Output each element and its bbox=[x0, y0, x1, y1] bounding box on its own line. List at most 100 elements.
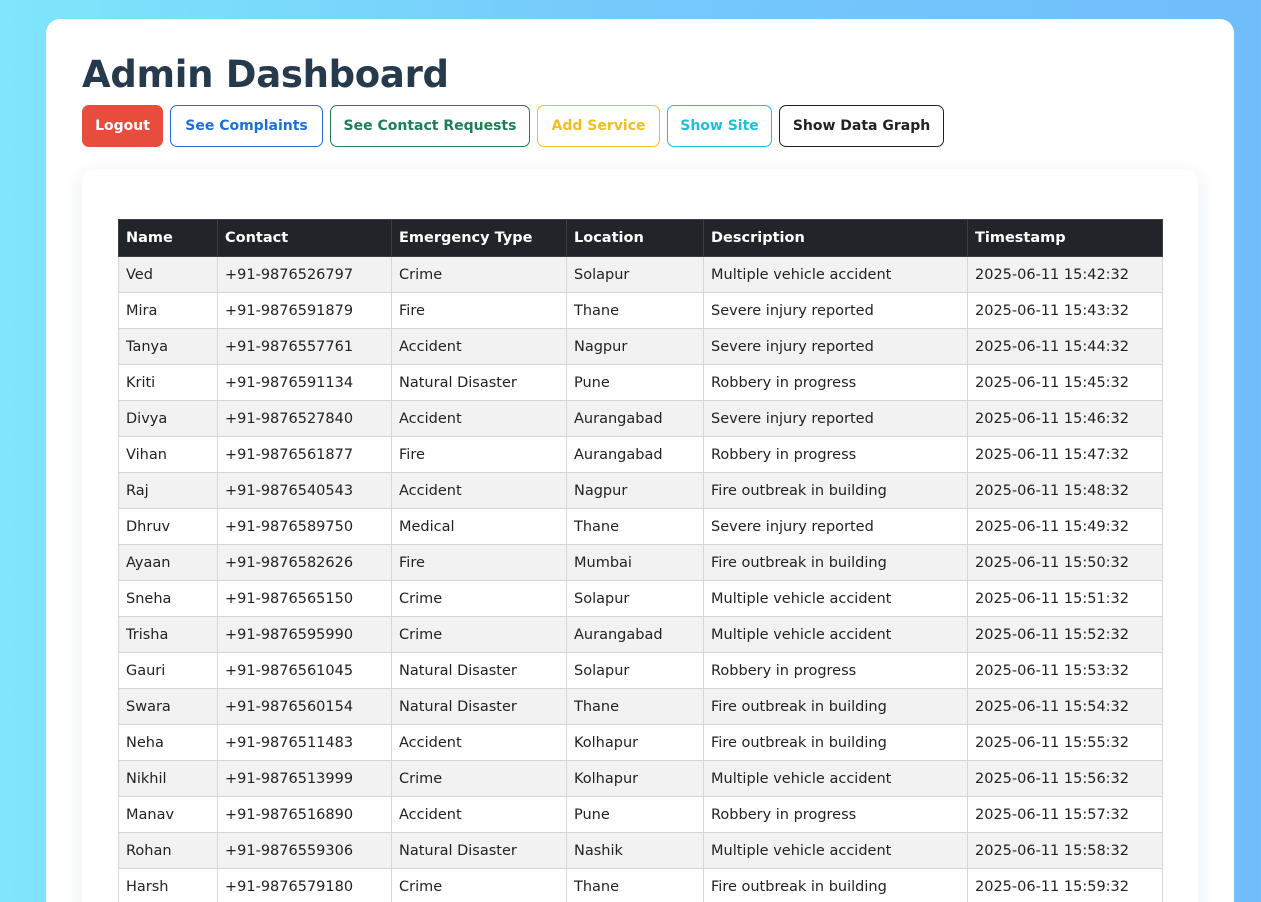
cell-description: Multiple vehicle accident bbox=[703, 616, 968, 653]
cell-emergency-type: Crime bbox=[391, 868, 567, 902]
cell-contact: +91-9876559306 bbox=[217, 832, 392, 869]
column-header-name: Name bbox=[118, 219, 218, 257]
cell-description: Multiple vehicle accident bbox=[703, 760, 968, 797]
cell-emergency-type: Natural Disaster bbox=[391, 652, 567, 689]
cell-emergency-type: Crime bbox=[391, 760, 567, 797]
cell-contact: +91-9876591879 bbox=[217, 292, 392, 329]
cell-description: Severe injury reported bbox=[703, 292, 968, 329]
cell-location: Aurangabad bbox=[566, 616, 704, 653]
cell-emergency-type: Fire bbox=[391, 292, 567, 329]
cell-emergency-type: Natural Disaster bbox=[391, 832, 567, 869]
cell-contact: +91-9876511483 bbox=[217, 724, 392, 761]
cell-emergency-type: Accident bbox=[391, 724, 567, 761]
cell-contact: +91-9876561877 bbox=[217, 436, 392, 473]
cell-description: Severe injury reported bbox=[703, 328, 968, 365]
cell-timestamp: 2025-06-11 15:54:32 bbox=[967, 688, 1163, 725]
cell-timestamp: 2025-06-11 15:51:32 bbox=[967, 580, 1163, 617]
cell-description: Severe injury reported bbox=[703, 400, 968, 437]
cell-name: Kriti bbox=[118, 364, 218, 401]
table-row: Raj +91-9876540543 Accident Nagpur Fire outb… bbox=[118, 472, 1163, 509]
cell-timestamp: 2025-06-11 15:52:32 bbox=[967, 616, 1163, 653]
cell-timestamp: 2025-06-11 15:45:32 bbox=[967, 364, 1163, 401]
show-data-graph-button[interactable]: Show Data Graph bbox=[779, 105, 944, 147]
column-header-description: Description bbox=[703, 219, 968, 257]
cell-location: Thane bbox=[566, 868, 704, 902]
cell-description: Fire outbreak in building bbox=[703, 472, 968, 509]
see-contact-requests-button[interactable]: See Contact Requests bbox=[330, 105, 530, 147]
cell-name: Rohan bbox=[118, 832, 218, 869]
table-row: Mira +91-9876591879 Fire Thane Severe injury… bbox=[118, 292, 1163, 329]
table-row: Manav +91-9876516890 Accident Pune Robbery i… bbox=[118, 796, 1163, 833]
cell-name: Vihan bbox=[118, 436, 218, 473]
cell-emergency-type: Accident bbox=[391, 328, 567, 365]
cell-location: Thane bbox=[566, 292, 704, 329]
cell-description: Fire outbreak in building bbox=[703, 544, 968, 581]
cell-emergency-type: Accident bbox=[391, 400, 567, 437]
cell-emergency-type: Natural Disaster bbox=[391, 364, 567, 401]
cell-name: Nikhil bbox=[118, 760, 218, 797]
cell-contact: +91-9876591134 bbox=[217, 364, 392, 401]
cell-timestamp: 2025-06-11 15:44:32 bbox=[967, 328, 1163, 365]
cell-contact: +91-9876513999 bbox=[217, 760, 392, 797]
cell-timestamp: 2025-06-11 15:53:32 bbox=[967, 652, 1163, 689]
cell-contact: +91-9876516890 bbox=[217, 796, 392, 833]
cell-emergency-type: Accident bbox=[391, 472, 567, 509]
column-header-location: Location bbox=[566, 219, 704, 257]
cell-name: Ayaan bbox=[118, 544, 218, 581]
complaints-panel: Name Contact Emergency Type Location Descrip… bbox=[82, 169, 1198, 902]
cell-timestamp: 2025-06-11 15:58:32 bbox=[967, 832, 1163, 869]
cell-contact: +91-9876589750 bbox=[217, 508, 392, 545]
cell-timestamp: 2025-06-11 15:55:32 bbox=[967, 724, 1163, 761]
cell-emergency-type: Fire bbox=[391, 436, 567, 473]
cell-description: Fire outbreak in building bbox=[703, 724, 968, 761]
dashboard-card: Admin Dashboard Logout See Complaints Se… bbox=[46, 19, 1234, 902]
logout-button[interactable]: Logout bbox=[82, 105, 163, 147]
cell-contact: +91-9876540543 bbox=[217, 472, 392, 509]
cell-timestamp: 2025-06-11 15:59:32 bbox=[967, 868, 1163, 902]
cell-name: Divya bbox=[118, 400, 218, 437]
column-header-timestamp: Timestamp bbox=[967, 219, 1163, 257]
table-row: Divya +91-9876527840 Accident Aurangabad Sev… bbox=[118, 400, 1163, 437]
column-header-emergency-type: Emergency Type bbox=[391, 219, 567, 257]
cell-description: Multiple vehicle accident bbox=[703, 832, 968, 869]
column-header-contact: Contact bbox=[217, 219, 392, 257]
cell-timestamp: 2025-06-11 15:49:32 bbox=[967, 508, 1163, 545]
add-service-button[interactable]: Add Service bbox=[537, 105, 660, 147]
table-row: Neha +91-9876511483 Accident Kolhapur Fire o… bbox=[118, 724, 1163, 761]
table-row: Kriti +91-9876591134 Natural Disaster Pune R… bbox=[118, 364, 1163, 401]
cell-location: Mumbai bbox=[566, 544, 704, 581]
cell-name: Neha bbox=[118, 724, 218, 761]
table-row: Gauri +91-9876561045 Natural Disaster Solap… bbox=[118, 652, 1163, 689]
cell-location: Kolhapur bbox=[566, 760, 704, 797]
cell-location: Aurangabad bbox=[566, 436, 704, 473]
cell-description: Robbery in progress bbox=[703, 436, 968, 473]
cell-location: Aurangabad bbox=[566, 400, 704, 437]
cell-emergency-type: Fire bbox=[391, 544, 567, 581]
cell-location: Nashik bbox=[566, 832, 704, 869]
cell-location: Pune bbox=[566, 364, 704, 401]
cell-description: Robbery in progress bbox=[703, 796, 968, 833]
cell-timestamp: 2025-06-11 15:48:32 bbox=[967, 472, 1163, 509]
cell-timestamp: 2025-06-11 15:43:32 bbox=[967, 292, 1163, 329]
cell-timestamp: 2025-06-11 15:57:32 bbox=[967, 796, 1163, 833]
table-row: Harsh +91-9876579180 Crime Thane Fire outbre… bbox=[118, 868, 1163, 902]
cell-location: Nagpur bbox=[566, 472, 704, 509]
toolbar: Logout See Complaints See Contact Reques… bbox=[82, 105, 944, 147]
cell-name: Dhruv bbox=[118, 508, 218, 545]
table-row: Ayaan +91-9876582626 Fire Mumbai Fire outbre… bbox=[118, 544, 1163, 581]
cell-location: Kolhapur bbox=[566, 724, 704, 761]
cell-description: Robbery in progress bbox=[703, 652, 968, 689]
cell-name: Trisha bbox=[118, 616, 218, 653]
cell-emergency-type: Natural Disaster bbox=[391, 688, 567, 725]
table-row: Tanya +91-9876557761 Accident Nagpur Severe … bbox=[118, 328, 1163, 365]
cell-emergency-type: Medical bbox=[391, 508, 567, 545]
table-row: Vihan +91-9876561877 Fire Aurangabad Robbery… bbox=[118, 436, 1163, 473]
see-complaints-button[interactable]: See Complaints bbox=[170, 105, 323, 147]
cell-description: Fire outbreak in building bbox=[703, 868, 968, 902]
show-site-button[interactable]: Show Site bbox=[667, 105, 772, 147]
cell-contact: +91-9876565150 bbox=[217, 580, 392, 617]
table-header-row: Name Contact Emergency Type Location Descrip… bbox=[118, 219, 1163, 257]
cell-description: Multiple vehicle accident bbox=[703, 580, 968, 617]
table-header: Name Contact Emergency Type Location Descrip… bbox=[118, 219, 1163, 257]
cell-location: Thane bbox=[566, 508, 704, 545]
